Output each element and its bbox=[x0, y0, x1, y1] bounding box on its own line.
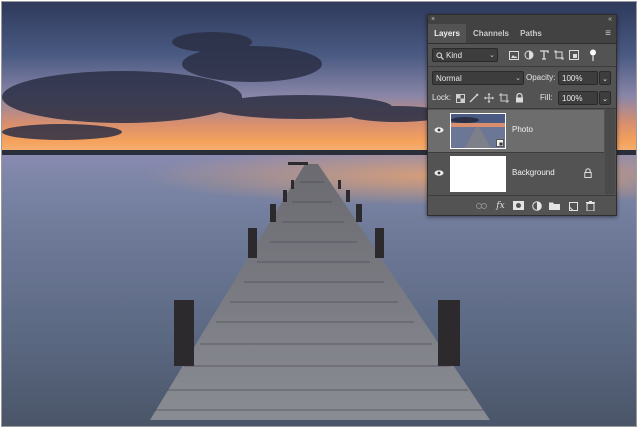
tab-paths[interactable]: Paths bbox=[516, 24, 546, 43]
opacity-dropdown[interactable]: ⌄ bbox=[599, 71, 611, 85]
fx-icon[interactable]: fx bbox=[495, 200, 506, 211]
opacity-label: Opacity: bbox=[526, 73, 556, 82]
fill-value: 100% bbox=[562, 94, 583, 103]
lock-image-icon[interactable] bbox=[468, 92, 480, 104]
close-panel-icon[interactable]: × bbox=[431, 15, 435, 24]
blend-row: Normal ⌄ Opacity: 100% ⌄ bbox=[428, 68, 616, 88]
panel-title-bar[interactable]: × « bbox=[428, 15, 616, 24]
visibility-eye-icon[interactable] bbox=[434, 125, 444, 135]
tab-layers[interactable]: Layers bbox=[428, 24, 466, 43]
layer-thumbnail-photo bbox=[450, 113, 506, 149]
lock-transparent-icon[interactable] bbox=[454, 92, 466, 104]
filter-kind-select[interactable]: Kind ⌄ bbox=[432, 48, 498, 62]
chevron-down-icon: ⌄ bbox=[515, 75, 521, 82]
chevron-down-icon: ⌄ bbox=[602, 96, 608, 103]
new-adjustment-icon[interactable] bbox=[531, 200, 542, 211]
image-filter-icon[interactable] bbox=[508, 49, 520, 61]
visibility-eye-icon[interactable] bbox=[434, 168, 444, 178]
filter-row: Kind ⌄ bbox=[428, 45, 616, 65]
opacity-value: 100% bbox=[562, 74, 583, 83]
lock-label: Lock: bbox=[432, 93, 452, 102]
layer-thumbnail-background bbox=[450, 156, 506, 192]
new-group-icon[interactable] bbox=[549, 200, 560, 211]
layer-lock-icon bbox=[584, 168, 592, 178]
opacity-input[interactable]: 100% bbox=[558, 71, 598, 85]
panel-tab-bar: Layers Channels Paths ≡ bbox=[428, 24, 616, 44]
new-layer-icon[interactable] bbox=[567, 200, 578, 211]
layer-background[interactable]: Background bbox=[428, 153, 604, 195]
fill-dropdown[interactable]: ⌄ bbox=[599, 91, 611, 105]
smart-object-filter-icon[interactable] bbox=[568, 49, 580, 61]
lock-row: Lock: Fill: 100% ⌄ bbox=[428, 88, 616, 108]
blend-mode-select[interactable]: Normal ⌄ bbox=[432, 71, 524, 85]
collapse-panel-icon[interactable]: « bbox=[608, 15, 612, 24]
layers-scrollbar[interactable] bbox=[605, 109, 615, 194]
fill-label: Fill: bbox=[540, 93, 553, 102]
panel-menu-icon[interactable]: ≡ bbox=[605, 24, 611, 43]
lock-all-icon[interactable] bbox=[513, 92, 525, 104]
layer-photo[interactable]: Photo bbox=[428, 110, 604, 152]
panel-footer: fx bbox=[428, 196, 616, 215]
divider bbox=[428, 108, 616, 109]
layer-name: Photo bbox=[512, 125, 533, 134]
filter-toggle-icon[interactable] bbox=[587, 49, 599, 61]
filter-kind-value: Kind bbox=[446, 51, 463, 60]
divider bbox=[428, 66, 616, 67]
search-icon bbox=[436, 52, 444, 60]
type-filter-icon[interactable] bbox=[538, 49, 550, 61]
document-canvas[interactable]: × « Layers Channels Paths ≡ Kind ⌄ Norma… bbox=[1, 1, 637, 427]
lock-position-icon[interactable] bbox=[483, 92, 495, 104]
fill-input[interactable]: 100% bbox=[558, 91, 598, 105]
link-layers-icon[interactable] bbox=[476, 200, 487, 211]
layer-name: Background bbox=[512, 168, 555, 177]
delete-icon[interactable] bbox=[585, 200, 596, 211]
chevron-down-icon: ⌄ bbox=[602, 76, 608, 83]
lock-artboard-icon[interactable] bbox=[498, 92, 510, 104]
shape-filter-icon[interactable] bbox=[553, 49, 565, 61]
chevron-down-icon: ⌄ bbox=[489, 52, 495, 59]
layers-panel: × « Layers Channels Paths ≡ Kind ⌄ Norma… bbox=[427, 14, 617, 216]
add-mask-icon[interactable] bbox=[513, 200, 524, 211]
adjustment-filter-icon[interactable] bbox=[523, 49, 535, 61]
tab-channels[interactable]: Channels bbox=[468, 24, 514, 43]
smart-object-badge-icon bbox=[496, 139, 504, 147]
blend-mode-value: Normal bbox=[436, 74, 462, 83]
